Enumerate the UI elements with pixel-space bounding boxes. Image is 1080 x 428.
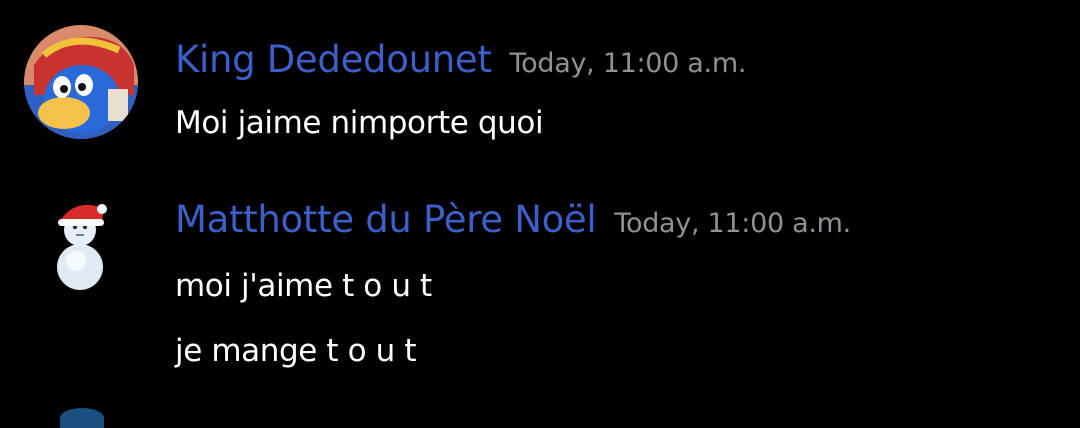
message-header: King Dededounet Today, 11:00 a.m. (175, 38, 746, 81)
king-dedede-avatar-icon[interactable] (24, 25, 138, 139)
avatar[interactable] (60, 408, 104, 428)
username[interactable]: King Dededounet (175, 38, 492, 81)
message-header: Matthotte du Père Noël Today, 11:00 a.m. (175, 198, 851, 241)
snowman-santa-hat-icon[interactable] (40, 195, 120, 295)
timestamp: Today, 11:00 a.m. (509, 48, 747, 79)
timestamp: Today, 11:00 a.m. (614, 208, 851, 239)
username[interactable]: Matthotte du Père Noël (175, 198, 597, 241)
message-text: moi j'aime t o u t (175, 268, 432, 304)
message-text: Moi jaime nimporte quoi (175, 105, 544, 141)
message-text: je mange t o u t (175, 333, 417, 369)
